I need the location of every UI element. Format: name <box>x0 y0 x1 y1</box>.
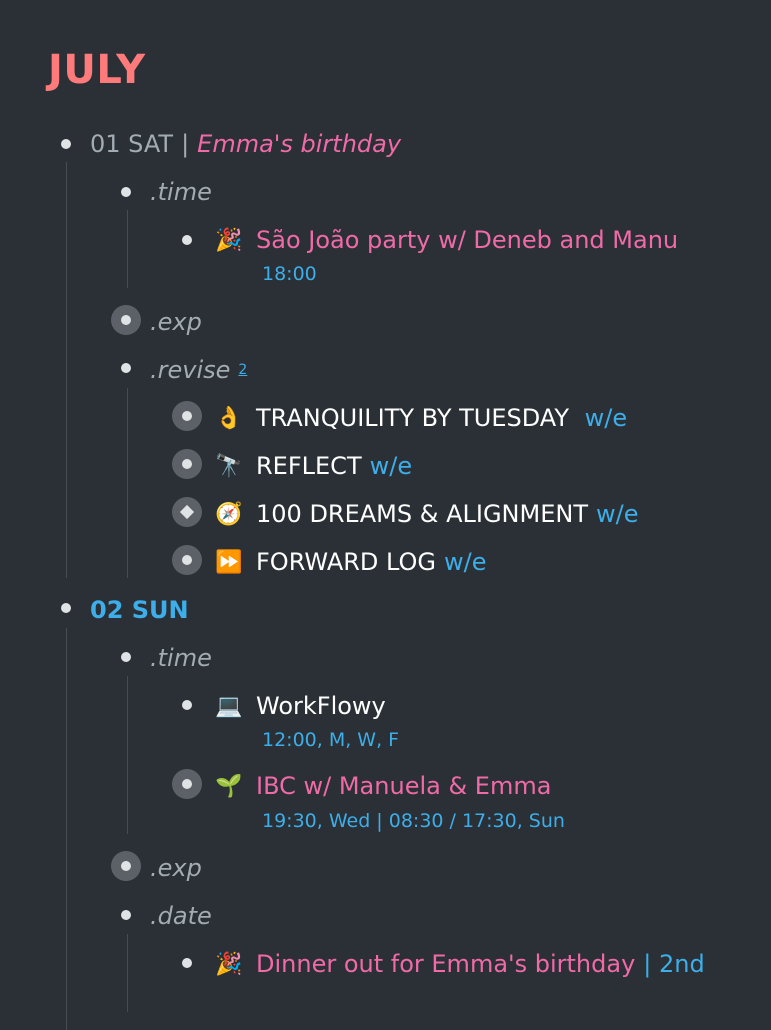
revise-item-text: TRANQUILITY BY TUESDAY <box>256 404 577 432</box>
revise-section-label[interactable]: .revise 2 <box>150 350 247 390</box>
separator: | <box>181 130 190 158</box>
indent-guide <box>127 388 128 578</box>
revise-item[interactable]: 👌 TRANQUILITY BY TUESDAY w/e <box>214 398 627 438</box>
time-item[interactable]: 🎉 São João party w/ Deneb and Manu <box>214 220 678 260</box>
collapsed-bullet-icon[interactable] <box>172 401 202 431</box>
bullet-icon[interactable] <box>61 139 71 149</box>
telescope-icon: 🔭 <box>215 453 243 479</box>
day-header[interactable]: 02 SUN <box>90 590 189 630</box>
indent-guide <box>66 628 67 1030</box>
bullet-icon[interactable] <box>121 910 131 920</box>
date-item-text: Dinner out for Emma's birthday <box>256 950 636 978</box>
time-item-note: 19:30, Wed | 08:30 / 17:30, Sun <box>262 810 565 832</box>
time-item-text: São João party w/ Deneb and Manu <box>256 226 679 254</box>
collapsed-bullet-icon[interactable] <box>172 769 202 799</box>
revise-item[interactable]: 🧭 100 DREAMS & ALIGNMENT w/e <box>214 494 638 534</box>
time-item[interactable]: 💻 WorkFlowy <box>214 686 386 726</box>
date-item-suffix: | 2nd <box>643 950 705 978</box>
collapsed-bullet-icon[interactable] <box>111 305 141 335</box>
time-item-note: 18:00 <box>262 263 317 285</box>
revise-item-text: REFLECT <box>256 452 362 480</box>
seedling-icon: 🌱 <box>215 773 243 799</box>
bullet-icon[interactable] <box>182 235 192 245</box>
day-date-label: 01 SAT <box>90 130 174 158</box>
revise-item[interactable]: 🔭 REFLECT w/e <box>214 446 412 486</box>
revise-item-text: FORWARD LOG <box>256 548 437 576</box>
day-date-label: 02 SUN <box>90 596 189 624</box>
revise-item-tag[interactable]: w/e <box>585 403 627 433</box>
fast-forward-icon: ⏩ <box>215 549 243 575</box>
collapsed-bullet-icon[interactable] <box>172 449 202 479</box>
date-section-label[interactable]: .date <box>150 896 212 936</box>
indent-guide <box>127 934 128 1012</box>
revise-item-tag[interactable]: w/e <box>370 451 412 481</box>
page-title: JULY <box>48 47 146 93</box>
indent-guide <box>127 676 128 834</box>
party-popper-icon: 🎉 <box>215 227 243 253</box>
exp-section-label[interactable]: .exp <box>150 302 202 342</box>
time-item[interactable]: 🌱 IBC w/ Manuela & Emma <box>214 766 551 806</box>
bullet-icon[interactable] <box>61 603 71 613</box>
revise-item-tag[interactable]: w/e <box>444 547 486 577</box>
exp-section-label[interactable]: .exp <box>150 848 202 888</box>
indent-guide <box>66 162 67 578</box>
revise-item[interactable]: ⏩ FORWARD LOG w/e <box>214 542 486 582</box>
time-item-note: 12:00, M, W, F <box>262 729 400 751</box>
mirror-bullet-icon[interactable] <box>172 497 202 527</box>
bullet-icon[interactable] <box>182 958 192 968</box>
compass-icon: 🧭 <box>215 501 243 527</box>
time-item-text: IBC w/ Manuela & Emma <box>256 772 552 800</box>
indent-guide <box>127 210 128 288</box>
time-item-text: WorkFlowy <box>256 692 386 720</box>
party-popper-icon: 🎉 <box>215 951 243 977</box>
bullet-icon[interactable] <box>121 187 131 197</box>
collapsed-bullet-icon[interactable] <box>111 851 141 881</box>
collapsed-bullet-icon[interactable] <box>172 545 202 575</box>
date-item[interactable]: 🎉 Dinner out for Emma's birthday | 2nd <box>214 944 705 984</box>
time-section-label[interactable]: .time <box>150 172 212 212</box>
revise-item-tag[interactable]: w/e <box>596 499 638 529</box>
bullet-icon[interactable] <box>182 700 192 710</box>
bullet-icon[interactable] <box>121 363 131 373</box>
day-header[interactable]: 01 SAT | Emma's birthday <box>90 124 401 164</box>
revise-item-text: 100 DREAMS & ALIGNMENT <box>256 500 588 528</box>
bullet-icon[interactable] <box>121 652 131 662</box>
time-section-label[interactable]: .time <box>150 638 212 678</box>
revise-count-badge[interactable]: 2 <box>238 362 247 378</box>
laptop-icon: 💻 <box>215 693 243 719</box>
day-event-label: Emma's birthday <box>197 130 402 158</box>
ok-hand-icon: 👌 <box>215 405 243 431</box>
